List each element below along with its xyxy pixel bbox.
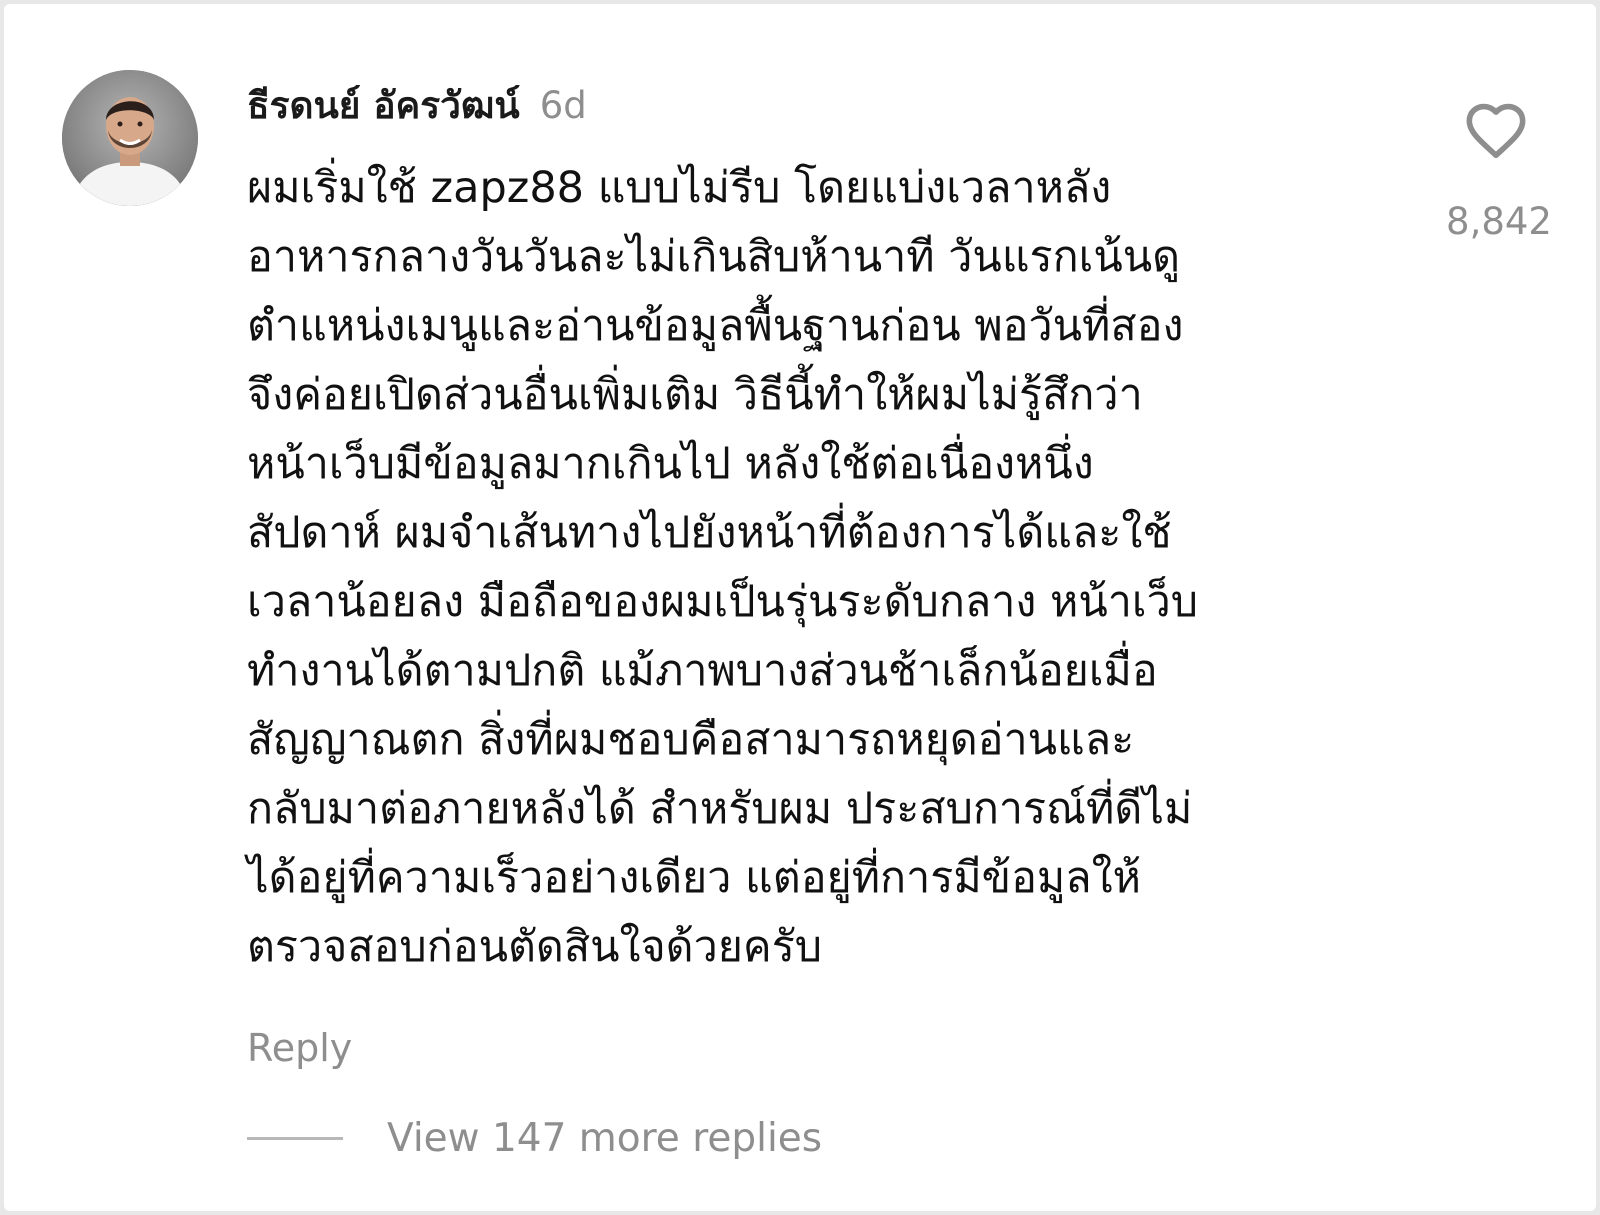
heart-outline-icon[interactable] [1464,100,1528,160]
comment-line: กลับมาต่อภายหลังได้ สำหรับผม ประสบการณ์ท… [247,784,1193,834]
comment-line: ตำแหน่งเมนูและอ่านข้อมูลพื้นฐานก่อน พอวั… [247,301,1184,351]
comment-line: ได้อยู่ที่ความเร็วอย่างเดียว แต่อยู่ที่ก… [247,853,1141,903]
timestamp: 6d [539,84,587,127]
comment-line: ตรวจสอบก่อนตัดสินใจด้วยครับ [247,922,823,972]
reply-button[interactable]: Reply [247,1026,352,1070]
comment-header: ธีรดนย์ อัครวัฒน์ 6d [247,76,587,132]
avatar[interactable] [62,70,198,206]
comment-text: ผมเริ่มใช้ zapz88 แบบไม่รีบ โดยแบ่งเวลาห… [247,154,1367,982]
view-replies-label: View 147 more replies [387,1116,823,1161]
comment-card: ธีรดนย์ อัครวัฒน์ 6d ผมเริ่มใช้ zapz88 แ… [4,4,1596,1211]
comment-line: อาหารกลางวันวันละไม่เกินสิบห้านาที วันแร… [247,232,1181,282]
comment-line: ทำงานได้ตามปกติ แม้ภาพบางส่วนช้าเล็กน้อย… [247,646,1158,696]
comment-line: เวลาน้อยลง มือถือของผมเป็นรุ่นระดับกลาง … [247,577,1199,627]
divider [247,1137,343,1140]
comment-line: สัปดาห์ ผมจำเส้นทางไปยังหน้าที่ต้องการได… [247,508,1172,558]
avatar-image [62,70,198,206]
view-replies-button[interactable]: View 147 more replies [247,1116,822,1161]
comment-line: จึงค่อยเปิดส่วนอื่นเพิ่มเติม วิธีนี้ทำให… [247,370,1143,420]
comment-line: สัญญาณตก สิ่งที่ผมชอบคือสามารถหยุดอ่านแล… [247,715,1135,765]
username[interactable]: ธีรดนย์ อัครวัฒน์ [247,76,520,135]
like-count: 8,842 [1446,200,1552,243]
comment-line: หน้าเว็บมีข้อมูลมากเกินไป หลังใช้ต่อเนื่… [247,439,1094,489]
comment-line: ผมเริ่มใช้ zapz88 แบบไม่รีบ โดยแบ่งเวลาห… [247,163,1112,213]
